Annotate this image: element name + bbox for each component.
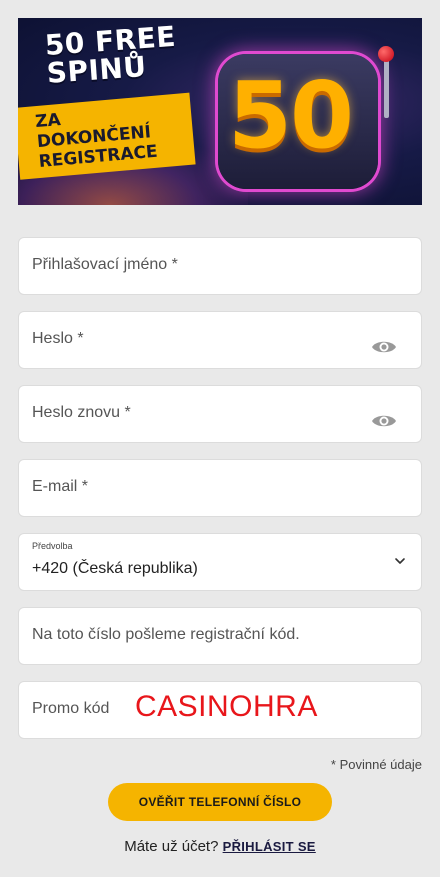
prefix-value: +420 (Česká republika)	[32, 560, 198, 577]
slot-number: 50	[228, 62, 354, 169]
password-repeat-field[interactable]: Heslo znovu *	[18, 385, 422, 443]
email-label: E-mail *	[32, 478, 89, 495]
username-label: Přihlašovací jméno *	[32, 256, 178, 273]
required-note: * Povinné údaje	[330, 757, 422, 772]
username-field[interactable]: Přihlašovací jméno *	[18, 237, 422, 295]
login-link[interactable]: PŘIHLÁSIT SE	[223, 839, 316, 854]
slot-machine-graphic: 50	[208, 44, 398, 194]
banner-tag: ZA DOKONČENÍ REGISTRACE	[18, 92, 196, 180]
phone-placeholder: Na toto číslo pošleme registrační kód.	[32, 626, 300, 643]
password-repeat-label: Heslo znovu *	[32, 404, 131, 421]
banner-headline-line2: SPINŮ	[45, 49, 148, 90]
slot-lever	[384, 58, 389, 118]
slot-lever-knob	[378, 46, 394, 62]
chevron-down-icon	[395, 558, 405, 564]
phone-number-field[interactable]: Na toto číslo pošleme registrační kód.	[18, 607, 422, 665]
promo-banner[interactable]: 50 FREE SPINŮ ZA DOKONČENÍ REGISTRACE 50	[18, 18, 422, 205]
promo-label: Promo kód	[32, 700, 110, 717]
password-label: Heslo *	[32, 330, 84, 347]
email-field[interactable]: E-mail *	[18, 459, 422, 517]
promo-code-value: CASINOHRA	[135, 690, 318, 723]
banner-headline: 50 FREE SPINŮ	[44, 20, 179, 90]
login-prompt: Máte už účet? PŘIHLÁSIT SE	[0, 838, 440, 855]
password-field[interactable]: Heslo *	[18, 311, 422, 369]
promo-code-field[interactable]: Promo kód CASINOHRA	[18, 681, 422, 739]
have-account-text: Máte už účet?	[124, 838, 219, 855]
phone-prefix-select[interactable]: Předvolba +420 (Česká republika)	[18, 533, 422, 591]
eye-icon[interactable]	[371, 339, 397, 355]
prefix-caption: Předvolba	[32, 541, 73, 551]
verify-phone-button[interactable]: OVĚŘIT TELEFONNÍ ČÍSLO	[108, 783, 332, 821]
eye-icon[interactable]	[371, 413, 397, 429]
